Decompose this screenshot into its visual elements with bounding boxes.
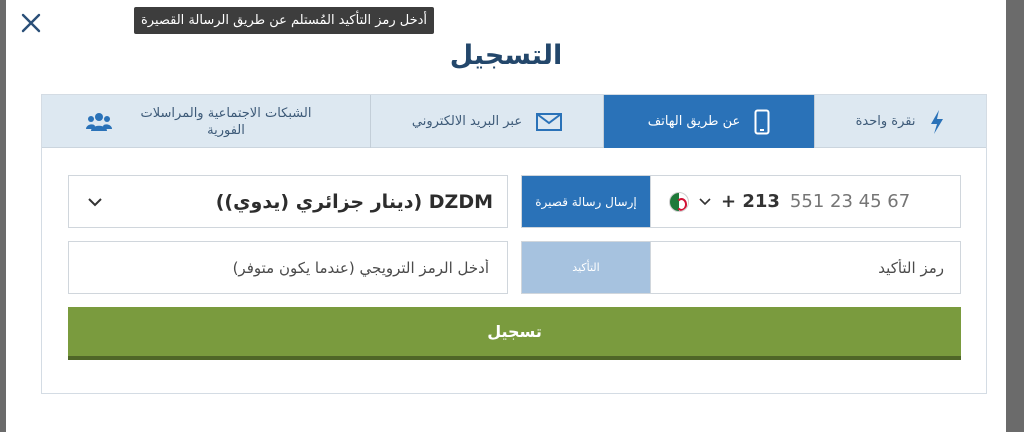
confirmation-code-input[interactable] [651, 258, 944, 277]
confirmation-group: التأكيد [521, 241, 961, 294]
send-sms-button[interactable]: إرسال رسالة قصيرة [522, 176, 650, 227]
page-title: التسجيل [449, 40, 563, 71]
currency-select[interactable]: DZDM (دينار جزائري (يدوي)) [68, 175, 508, 228]
tab-label: نقرة واحدة [855, 114, 916, 129]
tab-label: الشبكات الاجتماعية والمراسلات الفورية [140, 105, 312, 138]
promo-code-field [68, 241, 508, 294]
phone-input[interactable] [789, 191, 920, 212]
country-code: + 213 [721, 191, 780, 212]
registration-modal: أدخل رمز التأكيد المُستلم عن طريق الرسال… [6, 0, 1006, 432]
registration-tabs: الشبكات الاجتماعية والمراسلات الفورية عب… [42, 95, 986, 148]
phone-group: إرسال رسالة قصيرة + 213 [521, 175, 961, 228]
tab-email[interactable]: عبر البريد الالكتروني [371, 95, 604, 148]
tooltip: أدخل رمز التأكيد المُستلم عن طريق الرسال… [134, 7, 434, 34]
promo-code-input[interactable] [69, 258, 489, 277]
confirm-button[interactable]: التأكيد [522, 242, 650, 293]
phone-icon [754, 109, 770, 134]
close-button[interactable] [16, 8, 46, 38]
confirmation-field [650, 242, 960, 293]
register-button[interactable]: تسجيل [68, 307, 961, 360]
phone-field: + 213 [650, 176, 960, 227]
tab-label: عبر البريد الالكتروني [411, 114, 523, 129]
tab-label: عن طريق الهاتف [647, 114, 741, 129]
tab-phone[interactable]: عن طريق الهاتف [604, 95, 815, 148]
tab-social-networks[interactable]: الشبكات الاجتماعية والمراسلات الفورية [42, 95, 371, 148]
chevron-down-icon [88, 197, 102, 206]
currency-value: DZDM (دينار جزائري (يدوي)) [215, 190, 493, 213]
algeria-flag-icon[interactable] [669, 191, 689, 212]
close-icon [21, 13, 41, 33]
envelope-icon [536, 112, 563, 131]
country-chevron-icon[interactable] [699, 197, 711, 206]
lightning-icon [931, 109, 944, 134]
tab-one-click[interactable]: نقرة واحدة [815, 95, 986, 148]
users-icon [86, 112, 112, 131]
registration-panel: الشبكات الاجتماعية والمراسلات الفورية عب… [41, 94, 987, 394]
